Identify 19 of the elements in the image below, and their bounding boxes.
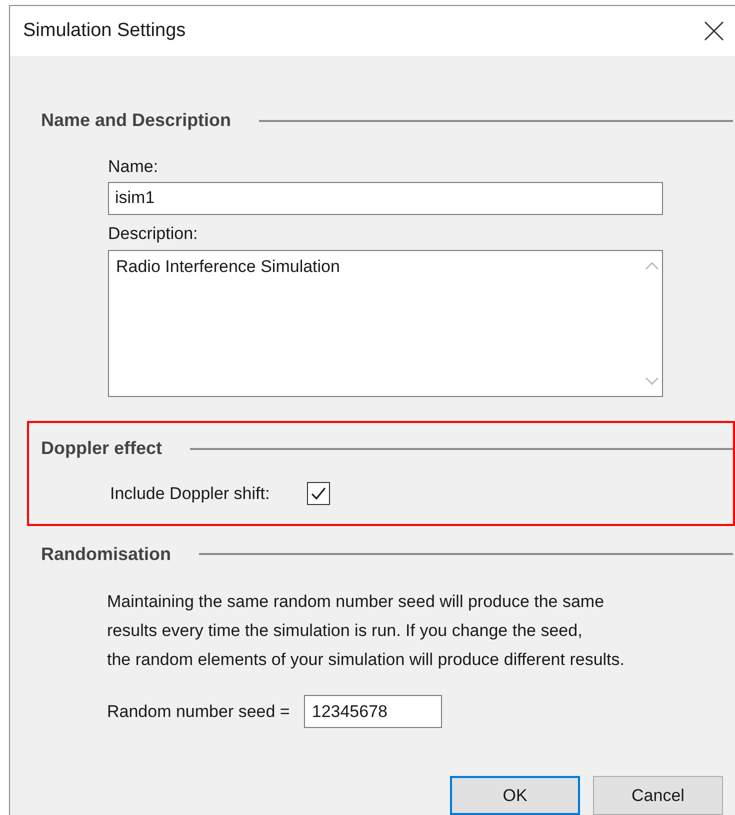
field-label: Description: bbox=[108, 222, 199, 244]
checkbox-label: Include Doppler shift: bbox=[110, 482, 270, 504]
seed-field[interactable]: 12345678 bbox=[304, 695, 442, 728]
section-heading: Doppler effect bbox=[41, 437, 162, 460]
scroll-up-icon[interactable] bbox=[645, 260, 659, 270]
description-field[interactable]: Radio Interference Simulation bbox=[108, 250, 663, 396]
checkbox[interactable] bbox=[306, 482, 330, 505]
description-paragraph: Maintaining the same random number seed will produce the same results every time the simulation is run. If you change the seed, the random elements of your simulation will produce different results. bbox=[106, 591, 626, 671]
cancel-button[interactable]: Cancel bbox=[593, 776, 723, 815]
window-title: Simulation Settings bbox=[23, 18, 186, 42]
ok-button[interactable]: OK bbox=[450, 776, 580, 815]
check-icon bbox=[310, 484, 327, 502]
name-field[interactable]: isim1 bbox=[108, 182, 663, 214]
field-label: Name: bbox=[108, 156, 160, 178]
field-label: Random number seed = bbox=[107, 700, 290, 723]
scroll-down-icon[interactable] bbox=[645, 376, 659, 386]
section-heading: Randomisation bbox=[41, 542, 172, 566]
section-heading: Name and Description bbox=[41, 109, 232, 132]
close-icon bbox=[704, 20, 724, 41]
